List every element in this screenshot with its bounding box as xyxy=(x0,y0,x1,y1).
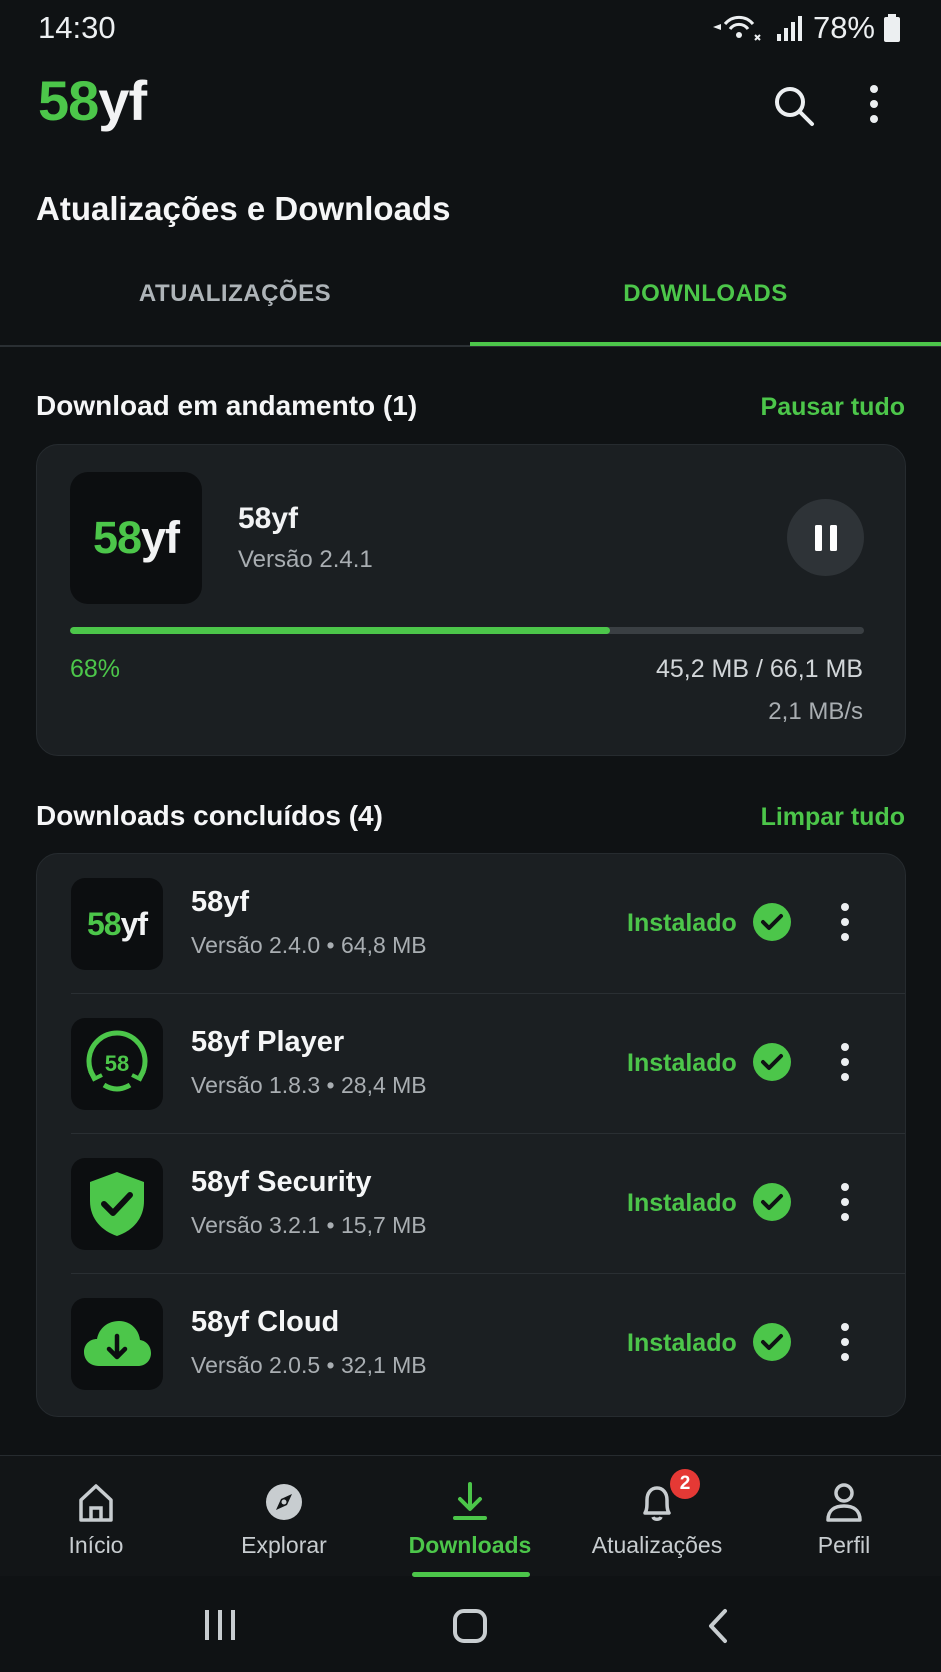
list-item[interactable]: 58yf Security Versão 3.2.1 • 15,7 MB Ins… xyxy=(37,1134,905,1274)
app-meta: Versão 1.8.3 • 28,4 MB xyxy=(191,1072,427,1098)
section-title-completed: Downloads concluídos (4) xyxy=(36,800,383,831)
check-circle-icon xyxy=(753,1043,791,1081)
status-time: 14:30 xyxy=(38,10,116,45)
nav-label: Downloads xyxy=(408,1532,532,1558)
pause-button[interactable] xyxy=(787,499,864,576)
app-meta: Versão 3.2.1 • 15,7 MB xyxy=(191,1212,427,1238)
bottom-navigation: Início Explorar Downloads Atualizações P… xyxy=(0,1455,941,1576)
app-name: 58yf Cloud xyxy=(191,1306,340,1338)
status-label: Instalado xyxy=(627,1329,737,1357)
download-icon xyxy=(453,1482,487,1520)
progress-percent: 68% xyxy=(70,655,121,683)
recent-apps-icon[interactable] xyxy=(202,1608,238,1642)
app-meta: Versão 2.4.0 • 64,8 MB xyxy=(191,932,427,958)
nav-label: Início xyxy=(68,1532,124,1558)
active-app-version: Versão 2.4.1 xyxy=(238,546,373,573)
status-label: Instalado xyxy=(627,1049,737,1077)
completed-downloads-list: 58 yf 58yf Versão 2.4.0 • 64,8 MB Instala… xyxy=(36,853,906,1417)
battery-icon xyxy=(884,14,900,42)
cloud-download-icon xyxy=(71,1298,163,1390)
more-vertical-icon[interactable] xyxy=(837,902,853,942)
back-icon[interactable] xyxy=(706,1608,730,1644)
player-icon-label: 58 xyxy=(105,1051,129,1076)
nav-label: Explorar xyxy=(241,1532,327,1558)
tab-updates[interactable]: ATUALIZAÇÕES xyxy=(0,280,470,308)
nav-label: Perfil xyxy=(817,1532,871,1558)
nav-downloads[interactable]: Downloads xyxy=(376,1456,564,1576)
overflow-menu-button[interactable] xyxy=(866,84,902,134)
nav-updates[interactable]: Atualizações xyxy=(563,1456,751,1576)
list-item[interactable]: 58 58yf Player Versão 1.8.3 • 28,4 MB In… xyxy=(37,994,905,1134)
nav-profile[interactable]: Perfil xyxy=(750,1456,938,1576)
more-vertical-icon[interactable] xyxy=(837,1042,853,1082)
section-title-active: Download em andamento (1) xyxy=(36,390,418,421)
more-vertical-icon[interactable] xyxy=(837,1322,853,1362)
clear-all-button[interactable]: Limpar tudo xyxy=(761,803,905,832)
more-vertical-icon xyxy=(870,85,878,123)
status-icons: 78% xyxy=(711,10,901,46)
app-logo-icon: 58 yf xyxy=(70,472,202,604)
download-progress-bar xyxy=(70,627,864,634)
shield-check-icon xyxy=(71,1158,163,1250)
home-icon xyxy=(79,1484,113,1522)
user-icon xyxy=(826,1483,862,1522)
page-title: Atualizações e Downloads xyxy=(36,190,451,227)
app-meta: Versão 2.0.5 • 32,1 MB xyxy=(191,1352,427,1378)
player-58-icon: 58 xyxy=(71,1018,163,1110)
check-circle-icon xyxy=(753,903,791,941)
home-system-icon[interactable] xyxy=(452,1608,488,1644)
tab-active-indicator xyxy=(470,342,941,346)
58yf-logo-icon: 58 yf xyxy=(71,878,163,970)
compass-icon xyxy=(266,1484,302,1520)
brand-number: 58 xyxy=(38,69,99,132)
search-button[interactable] xyxy=(770,82,820,132)
brand-text: yf xyxy=(98,69,147,132)
pause-icon xyxy=(814,524,837,551)
wifi-icon xyxy=(712,15,761,41)
app-name: 58yf Player xyxy=(191,1026,345,1058)
nav-label: Atualizações xyxy=(591,1532,723,1558)
more-vertical-icon[interactable] xyxy=(837,1182,853,1222)
progress-size: 45,2 MB / 66,1 MB xyxy=(655,655,863,683)
check-circle-icon xyxy=(753,1323,791,1361)
status-label: Instalado xyxy=(627,909,737,937)
check-circle-icon xyxy=(753,1183,791,1221)
nav-active-indicator xyxy=(412,1572,530,1577)
notification-badge: 2 xyxy=(670,1469,700,1499)
status-label: Instalado xyxy=(627,1189,737,1217)
download-progress-fill xyxy=(70,627,610,634)
list-item[interactable]: 58yf Cloud Versão 2.0.5 • 32,1 MB Instal… xyxy=(37,1274,905,1414)
download-speed: 2,1 MB/s xyxy=(768,698,863,725)
app-name: 58yf Security xyxy=(191,1166,372,1198)
signal-icon xyxy=(776,16,802,41)
pause-all-button[interactable]: Pausar tudo xyxy=(761,393,905,422)
search-icon xyxy=(775,87,814,126)
nav-explore[interactable]: Explorar xyxy=(190,1456,378,1576)
nav-home[interactable]: Início xyxy=(2,1456,190,1576)
active-app-name: 58yf xyxy=(238,502,299,535)
system-navigation-bar xyxy=(0,1580,941,1672)
app-name: 58yf xyxy=(191,886,250,918)
battery-percent: 78% xyxy=(812,10,875,45)
brand-logo: 58yf xyxy=(38,68,147,133)
list-item[interactable]: 58 yf 58yf Versão 2.4.0 • 64,8 MB Instala… xyxy=(37,854,905,994)
tab-downloads[interactable]: DOWNLOADS xyxy=(470,280,941,308)
